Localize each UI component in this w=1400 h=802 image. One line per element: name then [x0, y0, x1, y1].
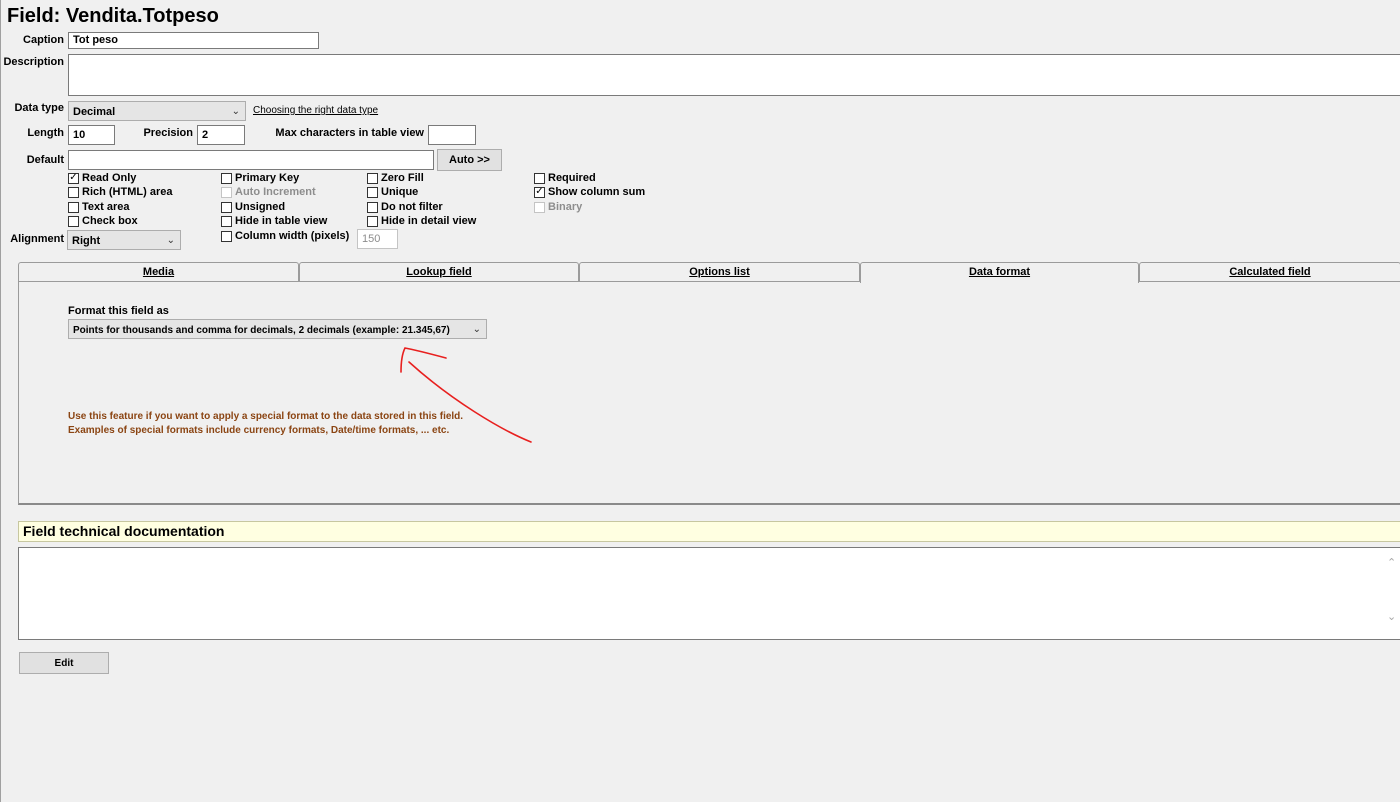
chevron-down-icon: ⌄: [472, 324, 481, 335]
scroll-down-icon[interactable]: ⌄: [1387, 610, 1396, 623]
required-checkbox[interactable]: Required: [534, 171, 596, 185]
max-chars-input[interactable]: [428, 125, 476, 145]
tech-doc-textarea[interactable]: ⌃ ⌄: [18, 547, 1400, 640]
unique-checkbox[interactable]: Unique: [367, 185, 418, 199]
hide-detail-view-checkbox[interactable]: Hide in detail view: [367, 214, 476, 228]
data-type-label: Data type: [14, 102, 64, 114]
read-only-checkbox[interactable]: ✓ Read Only: [68, 171, 136, 185]
auto-increment-check-box: [221, 186, 232, 198]
description-label: Description: [3, 56, 64, 68]
auto-increment-label: Auto Increment: [235, 186, 316, 198]
do-not-filter-label: Do not filter: [381, 201, 443, 213]
zero-fill-checkbox[interactable]: Zero Fill: [367, 171, 424, 185]
hide-table-view-check-box[interactable]: [221, 215, 232, 227]
description-input[interactable]: [68, 54, 1400, 96]
page-title: Field: Vendita.Totpeso: [7, 5, 219, 27]
default-input[interactable]: [68, 150, 434, 170]
show-column-sum-label: Show column sum: [548, 186, 646, 198]
alignment-label: Alignment: [10, 233, 64, 245]
data-type-value: Decimal: [73, 106, 116, 118]
format-select[interactable]: Points for thousands and comma for decim…: [68, 319, 487, 339]
required-label: Required: [548, 172, 596, 184]
data-type-select[interactable]: Decimal ⌄: [68, 101, 246, 121]
length-input[interactable]: 10: [68, 125, 115, 145]
format-hint-line1: Use this feature if you want to apply a …: [68, 411, 464, 422]
hide-table-view-checkbox[interactable]: Hide in table view: [221, 214, 327, 228]
tab-media[interactable]: Media: [18, 262, 299, 282]
show-column-sum-check-box[interactable]: ✓: [534, 186, 545, 198]
primary-key-check-box[interactable]: [221, 172, 232, 184]
do-not-filter-checkbox[interactable]: Do not filter: [367, 200, 443, 214]
text-area-label: Text area: [82, 201, 130, 213]
rich-html-check-box[interactable]: [68, 186, 79, 198]
chevron-down-icon: ⌄: [231, 106, 240, 117]
hide-table-view-label: Hide in table view: [235, 215, 328, 227]
primary-key-checkbox[interactable]: Primary Key: [221, 171, 299, 185]
tab-options-list[interactable]: Options list: [579, 262, 860, 282]
format-field-label: Format this field as: [68, 305, 169, 317]
binary-check-box: [534, 201, 545, 213]
tab-lookup-field[interactable]: Lookup field: [299, 262, 579, 282]
tab-data-format[interactable]: Data format: [860, 262, 1139, 283]
precision-label: Precision: [143, 127, 193, 139]
column-width-label: Column width (pixels): [235, 230, 350, 242]
check-box-check-box[interactable]: [68, 215, 79, 227]
column-width-check-box[interactable]: [221, 230, 232, 242]
binary-label: Binary: [548, 201, 583, 213]
chevron-down-icon: ⌄: [166, 235, 175, 246]
format-hint-line2: Examples of special formats include curr…: [68, 425, 450, 436]
caption-input[interactable]: Tot peso: [68, 32, 319, 49]
check-box-checkbox[interactable]: Check box: [68, 214, 138, 228]
tech-doc-title: Field technical documentation: [23, 523, 225, 539]
read-only-check-box[interactable]: ✓: [68, 172, 79, 184]
scroll-up-icon[interactable]: ⌃: [1387, 556, 1396, 569]
do-not-filter-check-box[interactable]: [367, 201, 378, 213]
data-format-panel: [18, 281, 1400, 505]
column-width-checkbox[interactable]: Column width (pixels): [221, 229, 349, 243]
show-column-sum-checkbox[interactable]: ✓ Show column sum: [534, 185, 645, 199]
tab-calculated-field[interactable]: Calculated field: [1139, 262, 1400, 282]
binary-checkbox: Binary: [534, 200, 582, 214]
unique-label: Unique: [381, 186, 419, 198]
tech-doc-scrollbar[interactable]: ⌃ ⌄: [1384, 548, 1400, 639]
format-select-value: Points for thousands and comma for decim…: [73, 325, 450, 336]
column-width-input: 150: [357, 229, 398, 249]
zero-fill-label: Zero Fill: [381, 172, 424, 184]
zero-fill-check-box[interactable]: [367, 172, 378, 184]
primary-key-label: Primary Key: [235, 172, 300, 184]
text-area-checkbox[interactable]: Text area: [68, 200, 130, 214]
hide-detail-view-label: Hide in detail view: [381, 215, 477, 227]
default-label: Default: [26, 154, 64, 166]
auto-button[interactable]: Auto >>: [437, 149, 502, 171]
unsigned-check-box[interactable]: [221, 201, 232, 213]
required-check-box[interactable]: [534, 172, 545, 184]
read-only-label: Read Only: [82, 172, 137, 184]
precision-input[interactable]: 2: [197, 125, 245, 145]
length-label: Length: [27, 127, 64, 139]
alignment-select[interactable]: Right ⌄: [67, 230, 181, 250]
auto-increment-checkbox: Auto Increment: [221, 185, 316, 199]
unique-check-box[interactable]: [367, 186, 378, 198]
edit-button[interactable]: Edit: [19, 652, 109, 674]
hide-detail-view-check-box[interactable]: [367, 215, 378, 227]
check-box-label: Check box: [82, 215, 138, 227]
alignment-value: Right: [72, 235, 101, 247]
unsigned-label: Unsigned: [235, 201, 286, 213]
tech-doc-header: Field technical documentation: [18, 521, 1400, 542]
rich-html-label: Rich (HTML) area: [82, 186, 173, 198]
data-type-help-link[interactable]: Choosing the right data type: [253, 105, 378, 116]
caption-label: Caption: [23, 34, 64, 46]
text-area-check-box[interactable]: [68, 201, 79, 213]
rich-html-checkbox[interactable]: Rich (HTML) area: [68, 185, 172, 199]
max-chars-label: Max characters in table view: [275, 127, 424, 139]
unsigned-checkbox[interactable]: Unsigned: [221, 200, 285, 214]
